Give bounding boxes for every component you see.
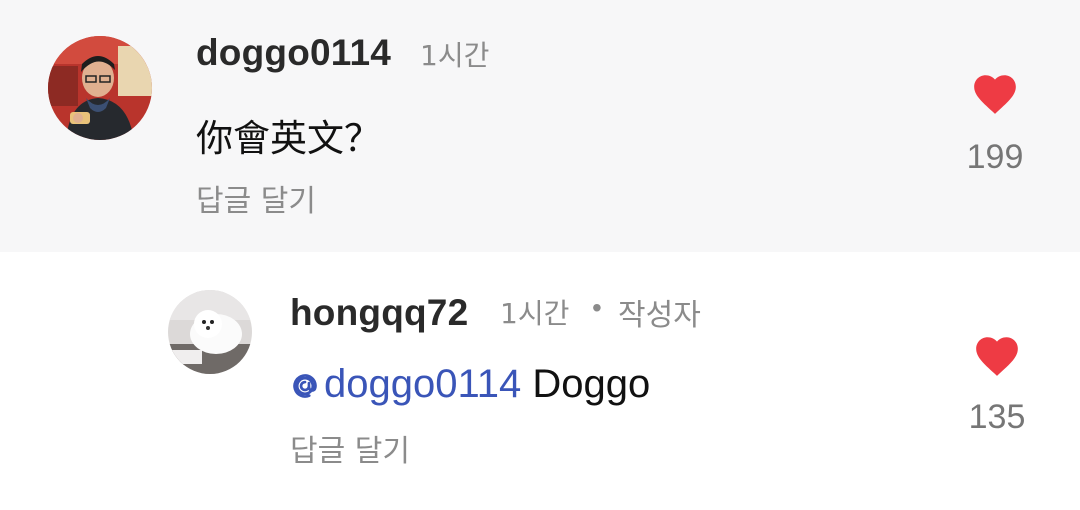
mention-icon <box>293 374 317 399</box>
comment-body: Doggo <box>532 362 651 406</box>
username[interactable]: doggo0114 <box>196 32 391 74</box>
timestamp: 1시간 <box>420 39 490 72</box>
author-badge: 작성자 <box>618 298 701 333</box>
like-count: 199 <box>966 138 1024 176</box>
comment-text: 你會英文？ <box>196 117 381 160</box>
avatar[interactable] <box>168 290 252 374</box>
mention-link[interactable]: doggo0114 <box>288 362 521 406</box>
avatar[interactable] <box>48 36 152 140</box>
heart-icon[interactable] <box>972 332 1022 383</box>
like-count: 135 <box>968 398 1026 436</box>
mention-username: doggo0114 <box>324 362 522 406</box>
comment: doggo0114 1시간 你會英文？ 답글 달기 199 <box>0 0 1080 252</box>
timestamp: 1시간 <box>500 297 570 330</box>
username[interactable]: hongqq72 <box>290 292 468 334</box>
heart-icon[interactable] <box>970 70 1020 121</box>
reply-button[interactable]: 답글 달기 <box>290 426 410 470</box>
reply-button[interactable]: 답글 달기 <box>196 176 316 220</box>
reply-comment: hongqq72 1시간 • 작성자 doggo0114 Doggo 답글 달기… <box>0 252 1080 510</box>
separator-dot: • <box>592 292 602 323</box>
comment-text: doggo0114 Doggo <box>288 362 650 407</box>
